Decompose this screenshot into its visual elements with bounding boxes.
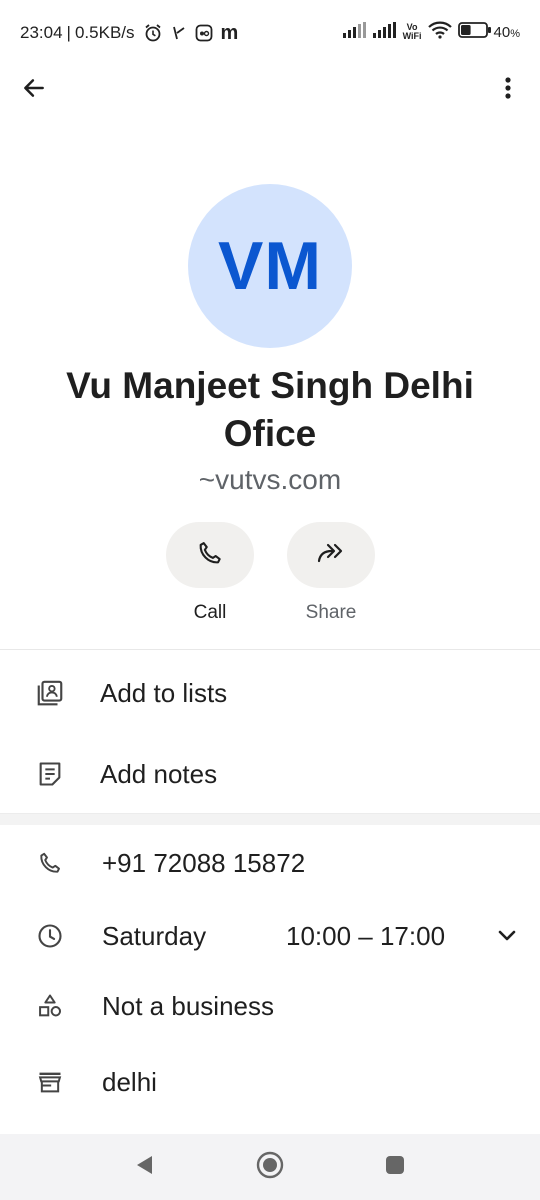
location-row: delhi — [0, 1052, 540, 1112]
more-options-button[interactable] — [490, 72, 526, 108]
section-divider — [0, 813, 540, 825]
battery-unit: % — [510, 27, 520, 40]
status-left: 23:04 | 0.5KB/s m — [20, 22, 238, 44]
hours-time: 10:00 – 17:00 — [286, 920, 446, 951]
signal-icon-sim1 — [342, 22, 367, 42]
share-label: Share — [305, 602, 357, 623]
storefront-icon — [34, 1066, 66, 1098]
notification-m-icon: m — [220, 21, 239, 44]
square-recents-icon — [384, 1154, 406, 1181]
business-type-row: Not a business — [0, 976, 540, 1036]
avatar-initials: VM — [218, 228, 322, 304]
notification-app-icon — [195, 24, 213, 42]
back-button[interactable] — [16, 72, 52, 108]
contact-name: Vu Manjeet Singh Delhi Ofice — [66, 365, 474, 454]
forward-share-icon — [316, 540, 346, 571]
category-icon — [34, 990, 66, 1022]
triangle-back-icon — [133, 1153, 155, 1182]
system-nav-bar — [0, 1134, 540, 1200]
add-notes-row[interactable]: Add notes — [0, 744, 540, 804]
share-action[interactable]: Share — [287, 522, 375, 624]
hours-day: Saturday — [102, 920, 207, 951]
call-button[interactable] — [166, 522, 254, 588]
add-to-lists-label: Add to lists — [100, 677, 228, 708]
alarm-icon — [143, 23, 163, 43]
location-label: delhi — [102, 1066, 157, 1097]
status-bar: 23:04 | 0.5KB/s m Vo WiFi 40% — [0, 0, 540, 64]
status-time: 23:04 — [20, 23, 63, 42]
phone-icon — [34, 847, 66, 879]
add-notes-label: Add notes — [100, 758, 218, 789]
call-action[interactable]: Call — [166, 522, 254, 624]
business-type: Not a business — [102, 990, 274, 1021]
divider — [0, 649, 540, 650]
phone-icon — [196, 539, 224, 572]
notes-icon — [34, 758, 66, 790]
phone-number: +91 72088 15872 — [102, 847, 306, 878]
nav-back-button[interactable] — [129, 1152, 159, 1182]
nav-home-button[interactable] — [255, 1150, 285, 1185]
status-separator: | — [66, 23, 71, 42]
avatar: VM — [188, 184, 352, 348]
call-label: Call — [193, 602, 227, 623]
signal-icon-sim2 — [372, 22, 397, 42]
home-circle-icon — [255, 1150, 285, 1185]
battery-value: 40 — [493, 23, 511, 41]
phone-row[interactable]: +91 72088 15872 — [0, 833, 540, 893]
vowifi-bottom: WiFi — [402, 31, 422, 41]
status-right: Vo WiFi 40% — [337, 20, 520, 44]
vowifi-icon: Vo WiFi — [403, 23, 422, 41]
status-net-speed: 0.5KB/s — [74, 23, 135, 42]
battery-percent: 40% — [494, 24, 520, 41]
share-button[interactable] — [287, 522, 375, 588]
wifi-icon — [427, 21, 452, 43]
battery-icon — [457, 21, 492, 43]
chevron-down-icon[interactable] — [492, 921, 522, 951]
clock-icon — [34, 920, 66, 952]
hours-row[interactable]: Saturday 10:00 – 17:00 — [0, 906, 540, 966]
no-call-icon — [171, 24, 187, 42]
contact-list-icon — [34, 677, 66, 709]
arrow-back-icon — [21, 75, 47, 106]
contact-subtitle: ~vutvs.com — [198, 464, 342, 495]
nav-recents-button[interactable] — [380, 1152, 410, 1182]
add-to-lists-row[interactable]: Add to lists — [0, 663, 540, 723]
more-vert-icon — [504, 76, 512, 105]
